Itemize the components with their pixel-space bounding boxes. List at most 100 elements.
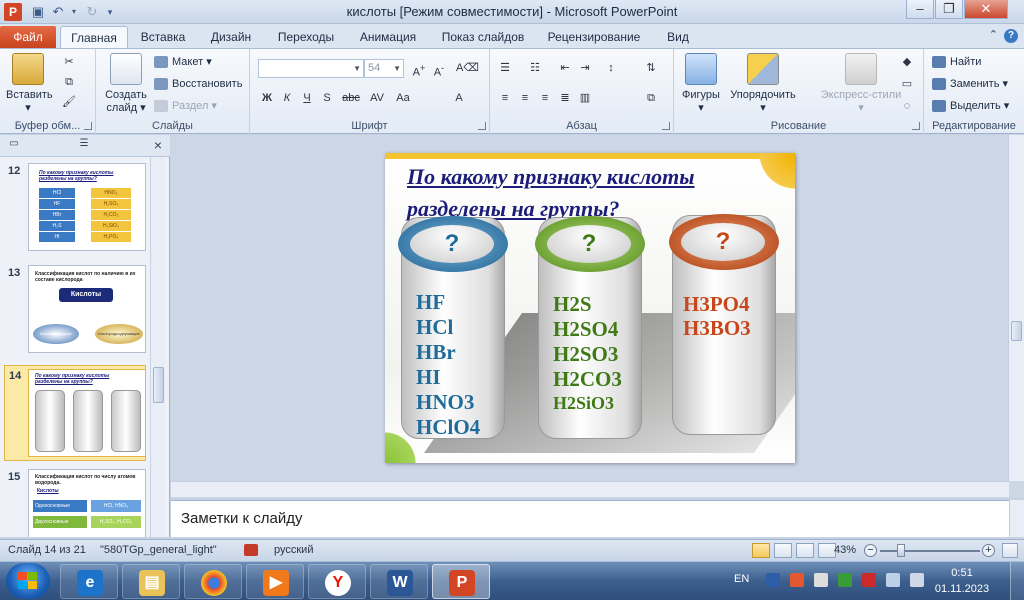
current-slide[interactable]: По какому признаку кислоты разделены на … [385, 153, 795, 463]
acid-column-1[interactable]: ? HF HCl HBr HI HNO3 HClO4 [398, 216, 508, 439]
reset-button[interactable]: Восстановить [154, 75, 242, 93]
change-case-icon[interactable]: Aa [394, 89, 412, 107]
language[interactable]: русский [274, 544, 313, 556]
slide-scroll-thumb[interactable] [1011, 321, 1022, 341]
zoom-slider-track[interactable] [880, 550, 980, 552]
numbering-icon[interactable]: ☷ [526, 59, 544, 77]
find-button[interactable]: Найти [932, 53, 981, 71]
zoom-in-icon[interactable]: + [982, 544, 995, 557]
text-direction-icon[interactable]: ⇅ [642, 59, 660, 77]
cut-icon[interactable]: ✂ [60, 53, 78, 71]
tab-review[interactable]: Рецензирование [542, 26, 646, 48]
underline-icon[interactable]: Ч [298, 89, 316, 107]
shape-fill-icon[interactable]: ◆ [898, 53, 916, 71]
align-left-icon[interactable]: ≡ [496, 89, 514, 107]
theme-name[interactable]: "580TGp_general_light" [100, 544, 217, 556]
tray-tool-icon[interactable] [814, 573, 828, 587]
security-tray-icon[interactable] [838, 573, 852, 587]
thumbnail-slide-15[interactable]: 15 Классификация кислот по числу атомов … [4, 467, 146, 537]
zoom-slider-knob[interactable] [897, 544, 905, 557]
tray-app-icon[interactable] [862, 573, 876, 587]
section-button[interactable]: Раздел ▾ [154, 97, 217, 115]
clock[interactable]: 0:51 01.11.2023 [934, 565, 990, 597]
zoom-level[interactable]: 43% [834, 544, 856, 556]
bullets-icon[interactable]: ☰ [496, 59, 514, 77]
justify-icon[interactable]: ≣ [556, 89, 574, 107]
layout-button[interactable]: Макет ▾ [154, 53, 212, 71]
quick-styles-button[interactable]: Экспресс-стили ▾ [818, 53, 904, 115]
replace-button[interactable]: Заменить ▾ [932, 75, 1008, 93]
paragraph-launcher-icon[interactable] [662, 122, 670, 130]
arrange-button[interactable]: Упорядочить ▾ [726, 53, 800, 115]
taskbar-explorer[interactable]: ▤ [122, 564, 180, 599]
grow-font-icon[interactable]: A+ [410, 59, 428, 79]
thumbnail-slide-13[interactable]: 13 Классификация кислот по наличию в их … [4, 263, 146, 359]
restore-button[interactable]: ❐ [935, 0, 963, 19]
italic-icon[interactable]: К [278, 89, 296, 107]
bold-icon[interactable]: Ж [258, 89, 276, 107]
start-button[interactable] [6, 563, 50, 599]
zoom-out-icon[interactable]: − [864, 544, 877, 557]
align-right-icon[interactable]: ≡ [536, 89, 554, 107]
tab-slideshow[interactable]: Показ слайдов [436, 26, 530, 48]
align-center-icon[interactable]: ≡ [516, 89, 534, 107]
format-painter-icon[interactable]: 🖌 [60, 93, 78, 111]
acid-column-3[interactable]: ? H3PO4 H3BO3 [669, 214, 779, 435]
increase-indent-icon[interactable]: ⇥ [576, 59, 594, 77]
clipboard-launcher-icon[interactable] [84, 122, 92, 130]
font-name-combo[interactable]: ▼ [258, 59, 364, 78]
thumbnail-slide-14[interactable]: 14 По какому признаку кислоты разделены … [4, 365, 146, 461]
network-tray-icon[interactable] [766, 573, 780, 587]
new-slide-button[interactable]: Создать слайд ▾ [102, 53, 150, 115]
shadow-icon[interactable]: S [318, 89, 336, 107]
taskbar-powerpoint[interactable]: P [432, 564, 490, 599]
char-spacing-icon[interactable]: AV [368, 89, 386, 107]
minimize-ribbon-icon[interactable]: ⌃ [989, 28, 998, 41]
shape-effects-icon[interactable]: ◌ [898, 97, 916, 115]
slide-horizontal-scrollbar[interactable] [171, 481, 1009, 497]
spellcheck-icon[interactable] [244, 544, 258, 556]
taskbar-ie[interactable]: e [60, 564, 118, 599]
thumbnail-slide-12[interactable]: 12 По какому признаку кислоты разделены … [4, 161, 146, 257]
select-button[interactable]: Выделить ▾ [932, 97, 1009, 115]
close-button[interactable]: ✕ [964, 0, 1008, 19]
columns-icon[interactable]: ▥ [576, 89, 594, 107]
taskbar-word[interactable]: W [370, 564, 428, 599]
volume-icon[interactable] [910, 573, 924, 587]
notes-scrollbar[interactable] [1009, 500, 1024, 537]
show-desktop-button[interactable] [1010, 562, 1024, 600]
reading-view-button[interactable] [796, 543, 814, 558]
thumbnails-scrollbar[interactable] [150, 157, 165, 537]
taskbar-yandex[interactable]: Y [308, 564, 366, 599]
fit-to-window-icon[interactable] [1002, 543, 1018, 558]
tab-home[interactable]: Главная [60, 26, 128, 48]
tab-transitions[interactable]: Переходы [270, 26, 342, 48]
minimize-button[interactable]: – [906, 0, 934, 19]
drawing-launcher-icon[interactable] [912, 122, 920, 130]
font-size-combo[interactable]: 54 ▼ [364, 59, 404, 78]
language-indicator[interactable]: EN [734, 573, 749, 585]
strikethrough-icon[interactable]: abc [338, 89, 364, 107]
shape-outline-icon[interactable]: ▭ [898, 75, 916, 93]
acid-column-2[interactable]: ? H2S H2SO4 H2SO3 H2CO3 H2SiO3 [535, 216, 645, 439]
slides-tab-icon[interactable]: ▭ [4, 138, 24, 154]
shrink-font-icon[interactable]: A- [430, 59, 448, 79]
font-launcher-icon[interactable] [478, 122, 486, 130]
tab-view[interactable]: Вид [660, 26, 696, 48]
decrease-indent-icon[interactable]: ⇤ [556, 59, 574, 77]
paste-button[interactable]: Вставить ▾ [6, 53, 53, 115]
thumbnails-scroll-thumb[interactable] [153, 367, 164, 403]
copy-icon[interactable]: ⧉ [60, 73, 78, 91]
clear-format-icon[interactable]: A⌫ [456, 59, 479, 77]
taskbar-media[interactable]: ▶ [246, 564, 304, 599]
slide-vertical-scrollbar[interactable] [1008, 135, 1024, 481]
slide-sorter-button[interactable] [774, 543, 792, 558]
normal-view-button[interactable] [752, 543, 770, 558]
avast-tray-icon[interactable] [790, 573, 804, 587]
taskbar-chrome[interactable] [184, 564, 242, 599]
line-spacing-icon[interactable]: ↕ [602, 59, 620, 77]
shapes-button[interactable]: Фигуры ▾ [680, 53, 722, 115]
tab-animations[interactable]: Анимация [352, 26, 424, 48]
notes-pane[interactable]: Заметки к слайду [171, 500, 1009, 537]
tab-file[interactable]: Файл [0, 26, 56, 48]
